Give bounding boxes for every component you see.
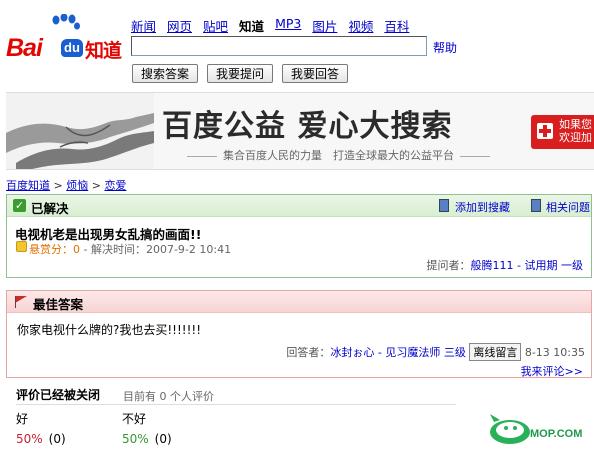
related-icon: [531, 199, 541, 212]
rating-good-label: 好: [16, 412, 29, 426]
top-nav: 新闻 网页 贴吧 知道 MP3 图片 视频 百科: [131, 16, 409, 35]
search-answer-button[interactable]: 搜索答案: [132, 64, 199, 83]
nav-baike[interactable]: 百科: [384, 16, 409, 35]
action-buttons: 搜索答案 我要提问 我要回答: [132, 64, 349, 83]
question-meta: 悬赏分：0 - 解决时间：2007-9-2 10:41: [29, 241, 231, 257]
solve-time: - 解决时间：2007-9-2 10:41: [80, 243, 232, 256]
banner-title: 百度公益 爱心大搜索: [162, 109, 453, 144]
rating-bad-label: 不好: [122, 412, 147, 426]
asker-level-link[interactable]: - 试用期 一级: [514, 259, 583, 272]
donate-ad[interactable]: 如果您 欢迎加: [531, 115, 594, 149]
breadcrumb-separator: >: [50, 179, 67, 192]
charity-banner[interactable]: 百度公益 爱心大搜索 集合百度人民的力量 打造全球最大的公益平台 如果您 欢迎加: [6, 92, 594, 170]
search-input[interactable]: [131, 36, 427, 56]
breadcrumb-love[interactable]: 恋爱: [104, 179, 126, 192]
nav-tieba[interactable]: 贴吧: [203, 16, 228, 35]
add-favorite-link[interactable]: 添加到搜藏: [455, 199, 510, 215]
best-answer-label: 最佳答案: [33, 297, 84, 312]
solved-status: 已解决: [31, 201, 69, 216]
ad-text: 如果您 欢迎加: [559, 118, 592, 144]
answerer-name-link[interactable]: 冰封ぉ心: [330, 346, 374, 359]
asker-name-link[interactable]: 般腾111: [471, 259, 514, 272]
breadcrumb: 百度知道 > 烦恼 > 恋爱: [6, 177, 126, 193]
nav-images[interactable]: 图片: [312, 16, 337, 35]
breadcrumb-worries[interactable]: 烦恼: [66, 179, 88, 192]
nav-web[interactable]: 网页: [167, 16, 192, 35]
breadcrumb-zhidao[interactable]: 百度知道: [6, 179, 50, 192]
bookmark-icon: [439, 199, 449, 212]
best-answer-panel: 最佳答案 你家电视什么牌的?我也去买!!!!!!! 回答者：冰封ぉ心 - 见习魔…: [6, 290, 592, 378]
help-link[interactable]: 帮助: [433, 39, 457, 56]
logo-bai: Bai: [6, 34, 43, 62]
answerer-info: 回答者：冰封ぉ心 - 见习魔法师 三级 离线留言 8-13 10:35: [286, 343, 585, 361]
flag-icon: [15, 296, 27, 308]
related-questions-link[interactable]: 相关问题: [546, 199, 590, 215]
logo-du: du: [61, 39, 83, 57]
rating-bad-value: 50% (0): [122, 432, 172, 446]
asker-info: 提问者：般腾111 - 试用期 一级: [426, 259, 583, 272]
nav-zhidao: 知道: [239, 19, 265, 34]
answer-question-button[interactable]: 我要回答: [282, 64, 349, 83]
hands-image: [6, 93, 154, 169]
ask-question-button[interactable]: 我要提问: [207, 64, 274, 83]
question-panel: ✓ 已解决 添加到搜藏 相关问题 电视机老是出现男女乱搞的画面!! 悬赏分：0 …: [6, 194, 592, 278]
rating-closed-label: 评价已经被关闭: [16, 388, 101, 402]
answerer-level-link[interactable]: - 见习魔法师 三级: [374, 346, 466, 359]
nav-video[interactable]: 视频: [348, 16, 373, 35]
breadcrumb-separator: >: [88, 179, 105, 192]
logo-zhidao: 知道: [85, 40, 122, 62]
paw-icon: [52, 14, 80, 30]
offline-message-button[interactable]: 离线留言: [469, 343, 522, 361]
mop-watermark: MOP.COM: [488, 412, 588, 446]
divider: [16, 404, 456, 405]
nav-mp3[interactable]: MP3: [275, 16, 301, 35]
check-icon: ✓: [13, 199, 26, 212]
comment-link[interactable]: 我来评论>>: [521, 363, 583, 379]
rating-good-value: 50% (0): [16, 432, 66, 446]
banner-subtitle: 集合百度人民的力量 打造全球最大的公益平台: [181, 147, 496, 163]
nav-news[interactable]: 新闻: [131, 16, 156, 35]
rating-count: 目前有 0 个人评价: [123, 390, 214, 403]
question-header: ✓ 已解决 添加到搜藏 相关问题: [7, 195, 591, 217]
answer-time: 8-13 10:35: [524, 346, 585, 359]
watermark-text: MOP.COM: [530, 428, 583, 440]
baidu-zhidao-logo[interactable]: Bai du 知道: [6, 14, 124, 62]
answer-text: 你家电视什么牌的?我也去买!!!!!!!: [17, 323, 202, 337]
coin-icon: [16, 241, 27, 252]
plus-icon: [537, 123, 553, 139]
best-answer-header: 最佳答案: [7, 291, 591, 313]
reward-points: 悬赏分：0: [29, 243, 80, 256]
